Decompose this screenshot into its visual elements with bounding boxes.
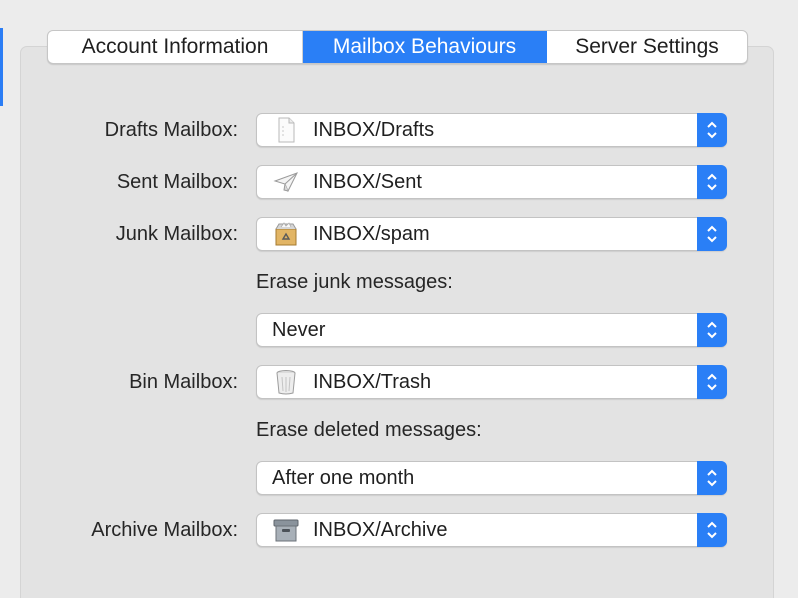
updown-chevron-icon (697, 513, 727, 547)
updown-chevron-icon (697, 461, 727, 495)
drafts-mailbox-popup[interactable]: INBOX/Drafts (256, 113, 727, 147)
bin-mailbox-popup[interactable]: INBOX/Trash (256, 365, 727, 399)
erase-junk-popup[interactable]: Never (256, 313, 727, 347)
sent-mailbox-value: INBOX/Sent (313, 170, 422, 193)
archive-mailbox-popup[interactable]: INBOX/Archive (256, 513, 727, 547)
erase-junk-label: Erase junk messages: (256, 271, 453, 293)
tab-account-information[interactable]: Account Information (48, 31, 303, 63)
junk-mailbox-value: INBOX/spam (313, 222, 430, 245)
sent-mailbox-popup[interactable]: INBOX/Sent (256, 165, 727, 199)
updown-chevron-icon (697, 165, 727, 199)
archive-mailbox-value: INBOX/Archive (313, 518, 448, 541)
tab-server-settings[interactable]: Server Settings (547, 31, 747, 63)
archive-box-icon (273, 517, 299, 543)
updown-chevron-icon (697, 313, 727, 347)
erase-junk-value: Never (272, 318, 326, 341)
junk-mailbox-label: Junk Mailbox: (115, 223, 238, 245)
bin-mailbox-label: Bin Mailbox: (129, 371, 238, 393)
erase-deleted-popup[interactable]: After one month (256, 461, 727, 495)
erase-deleted-value: After one month (272, 466, 415, 489)
tab-mailbox-behaviours[interactable]: Mailbox Behaviours (303, 31, 547, 63)
junk-mailbox-popup[interactable]: INBOX/spam (256, 217, 727, 251)
drafts-mailbox-label: Drafts Mailbox: (104, 119, 238, 141)
drafts-document-icon (273, 117, 299, 143)
updown-chevron-icon (697, 365, 727, 399)
junk-box-icon (273, 221, 299, 247)
trash-can-icon (273, 369, 299, 395)
paper-plane-icon (273, 169, 299, 195)
updown-chevron-icon (697, 113, 727, 147)
drafts-mailbox-value: INBOX/Drafts (313, 118, 435, 141)
updown-chevron-icon (697, 217, 727, 251)
window-edge-highlight (0, 28, 3, 106)
sent-mailbox-label: Sent Mailbox: (116, 171, 238, 193)
bin-mailbox-value: INBOX/Trash (313, 370, 432, 393)
archive-mailbox-label: Archive Mailbox: (91, 519, 238, 541)
erase-deleted-label: Erase deleted messages: (256, 419, 482, 441)
tab-bar: Account Information Mailbox Behaviours S… (47, 30, 748, 64)
